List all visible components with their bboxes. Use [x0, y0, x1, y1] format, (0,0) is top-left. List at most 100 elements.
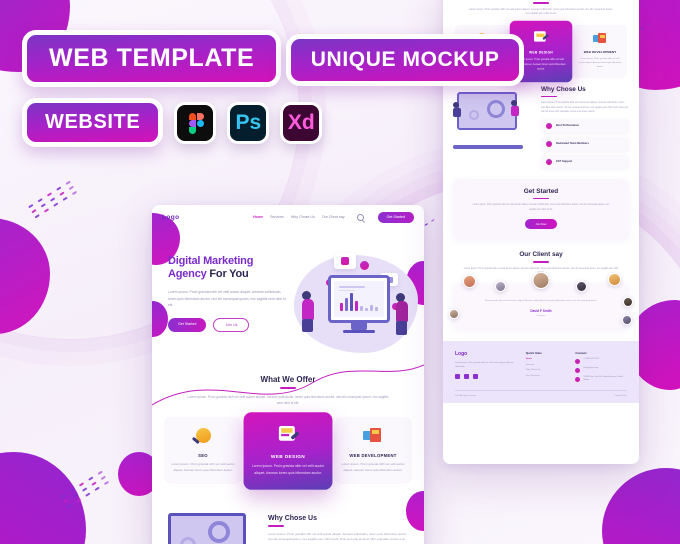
check-icon [546, 122, 552, 129]
offer-title: What We Offer [260, 375, 316, 384]
site-footer: Logo Lorem Ipsum. Proin gravida nibh vel… [443, 340, 639, 403]
offer-card-text: Lorem Ipsum. Proin gravida nibh vel veli… [251, 463, 325, 475]
feature-best-performance[interactable]: Best Performance [541, 118, 629, 133]
site-logo[interactable]: Logo [162, 214, 179, 221]
rp-offer-card-web-development[interactable]: WEB DEVELOPMENT Lorem Ipsum. Proin gravi… [573, 25, 627, 78]
avatar[interactable] [495, 281, 506, 293]
web-design-icon [533, 30, 550, 44]
footer-contact-phone[interactable]: +1 666 444 2222 [575, 358, 627, 364]
promo-badges: WEB TEMPLATE UNIQUE MOCKUP WEBSITE Ps Xd [22, 30, 525, 147]
hero-illustration [288, 247, 420, 359]
nav-link-home[interactable]: Home [253, 215, 263, 219]
footer-link-our-client-say[interactable]: Our Client say [526, 375, 566, 377]
footer-link-why-chose-us[interactable]: Why Chose Us [526, 369, 566, 371]
why-illustration-bottom [164, 509, 260, 544]
footer-contact-text: info@gmail.com [583, 367, 599, 370]
get-started-title: Get Started [523, 187, 559, 195]
offer-card-web-design[interactable]: WEB DESIGN Lorem Ipsum. Proin gravida ni… [243, 412, 333, 490]
nav-link-our-client-say[interactable]: Our Client say [322, 215, 345, 219]
rp-offer-card-title: WEB DEVELOPMENT [583, 50, 617, 55]
rp-why-title: Why Chose Us [541, 85, 586, 93]
avatar[interactable] [576, 281, 587, 293]
rp-why-paragraph: Lorem Ipsum. Proin gravida nibh vel veli… [541, 102, 629, 114]
clients-underline [533, 260, 549, 263]
offer-card-seo[interactable]: SEO Lorem Ipsum. Proin gravida nibh vel … [164, 416, 242, 485]
avatar-active[interactable] [532, 272, 550, 290]
why-underline-bottom [268, 525, 284, 527]
nav-get-started-button[interactable]: Get Started [377, 211, 414, 223]
footer-contact-address[interactable]: 12345 New York 5th Street Avenue, United… [575, 376, 627, 383]
monitor-bar-chart [340, 293, 378, 311]
footer-link-services[interactable]: Services [526, 364, 566, 366]
footer-quick-links-title: Quick links [525, 350, 542, 355]
feature-dedicated-team[interactable]: Dedicated Team Members [541, 136, 629, 151]
get-started-underline [533, 197, 549, 200]
why-chose-us-section-bottom: Why Chose Us Lorem Ipsum. Proin gravida … [152, 509, 424, 544]
facebook-icon[interactable] [455, 373, 460, 379]
avatar[interactable] [608, 273, 621, 287]
hero-buttons: Get Started Join Us [168, 318, 288, 333]
footer-link-home[interactable]: Home [526, 358, 566, 360]
footer-contact-email[interactable]: info@gmail.com [575, 367, 627, 373]
hero-join-us-button[interactable]: Join Us [213, 318, 250, 333]
footer-contact-column: Contact +1 666 444 2222 info@gmail.com 1… [575, 351, 627, 383]
offer-card-title: WEB DESIGN [270, 453, 306, 459]
footer-privacy-policy[interactable]: Privacy Policy [615, 395, 627, 397]
nav-link-why-chose-us[interactable]: Why Chose Us [291, 215, 315, 219]
offer-card-title: SEO [198, 452, 208, 458]
twitter-icon[interactable] [464, 373, 469, 379]
clients-title: Our Client say [519, 250, 563, 258]
monitor-base [343, 329, 375, 333]
footer-columns: Logo Lorem Ipsum. Proin gravida nibh vel… [455, 351, 627, 383]
xd-icon: Xd [280, 101, 323, 144]
mockup-panel-desktop-top: Logo Home Services Why Chose Us Our Clie… [152, 205, 424, 544]
offer-card-text: Lorem Ipsum. Proin gravida nibh vel veli… [341, 461, 405, 472]
footer-contact-text: +1 666 444 2222 [583, 358, 599, 361]
offer-section: What We Offer Lorem Ipsum. Proin gravida… [152, 375, 424, 490]
footer-social-links [455, 373, 516, 379]
offer-card-text: Lorem Ipsum. Proin gravida nibh vel veli… [171, 461, 235, 472]
instagram-icon[interactable] [473, 373, 478, 379]
get-started-paragraph: Lorem ipsum. Proin gravida nibh vel veli… [472, 204, 610, 211]
feature-label: Dedicated Team Members [556, 142, 589, 146]
feature-label: Best Performance [556, 124, 580, 128]
check-icon [546, 158, 552, 165]
floating-card-1 [334, 253, 356, 269]
rp-clients-section: Our Client say Lorem ipsum. Proin gravid… [449, 250, 633, 329]
hero-title-dark: For You [209, 268, 249, 281]
avatar[interactable] [623, 297, 633, 308]
join-now-button[interactable]: Join Now [524, 219, 558, 230]
phone-icon [575, 358, 581, 364]
site-navbar: Logo Home Services Why Chose Us Our Clie… [152, 205, 424, 229]
offer-card-web-development[interactable]: WEB DEVELOPMENT Lorem Ipsum. Proin gravi… [334, 416, 412, 485]
badge-unique-mockup: UNIQUE MOCKUP [285, 34, 525, 86]
panel-blob-left-2 [152, 301, 168, 337]
avatar[interactable] [449, 309, 459, 320]
monitor-screen [334, 281, 384, 317]
rp-get-started-section: Get Started Lorem ipsum. Proin gravida n… [453, 178, 629, 239]
avatar[interactable] [463, 275, 476, 289]
testimonial-author: David F Smith [530, 308, 552, 313]
nav-link-services[interactable]: Services [270, 215, 284, 219]
badge-website: WEBSITE [22, 98, 164, 147]
rp-why-text: Why Chose Us Lorem Ipsum. Proin gravida … [541, 86, 629, 169]
avatar[interactable] [622, 315, 632, 326]
hero-get-started-button[interactable]: Get Started [168, 318, 207, 333]
footer-about-text: Lorem Ipsum. Proin gravida nibh vel veli… [455, 361, 514, 368]
rp-offer-subtitle: Lorem Ipsum. Proin gravida nibh vel veli… [468, 7, 614, 16]
testimonial-card: Proin gravida nibh vel velit auctor aliq… [449, 272, 633, 329]
hero-title: Digital Marketing Agency For You [168, 255, 288, 282]
why-title-bottom: Why Chose Us [268, 515, 318, 522]
check-icon [546, 140, 552, 147]
person-left-illustration [302, 291, 314, 332]
feature-support[interactable]: 24/7 Support [541, 154, 629, 169]
footer-logo[interactable]: Logo [455, 351, 516, 357]
footer-bottom-bar: 2020 All rights reserved. Privacy Policy [455, 389, 627, 397]
hero-title-accent: Agency [168, 268, 207, 281]
person-right-illustration [396, 293, 408, 335]
why-text-bottom: Why Chose Us Lorem Ipsum. Proin gravida … [268, 509, 412, 544]
footer-contact-text: 12345 New York 5th Street Avenue, United… [583, 376, 623, 382]
offer-cards: SEO Lorem Ipsum. Proin gravida nibh vel … [152, 412, 424, 490]
rp-offer-card-text: Lorem Ipsum. Proin gravida nibh vel veli… [578, 58, 622, 69]
search-icon[interactable] [356, 213, 364, 221]
